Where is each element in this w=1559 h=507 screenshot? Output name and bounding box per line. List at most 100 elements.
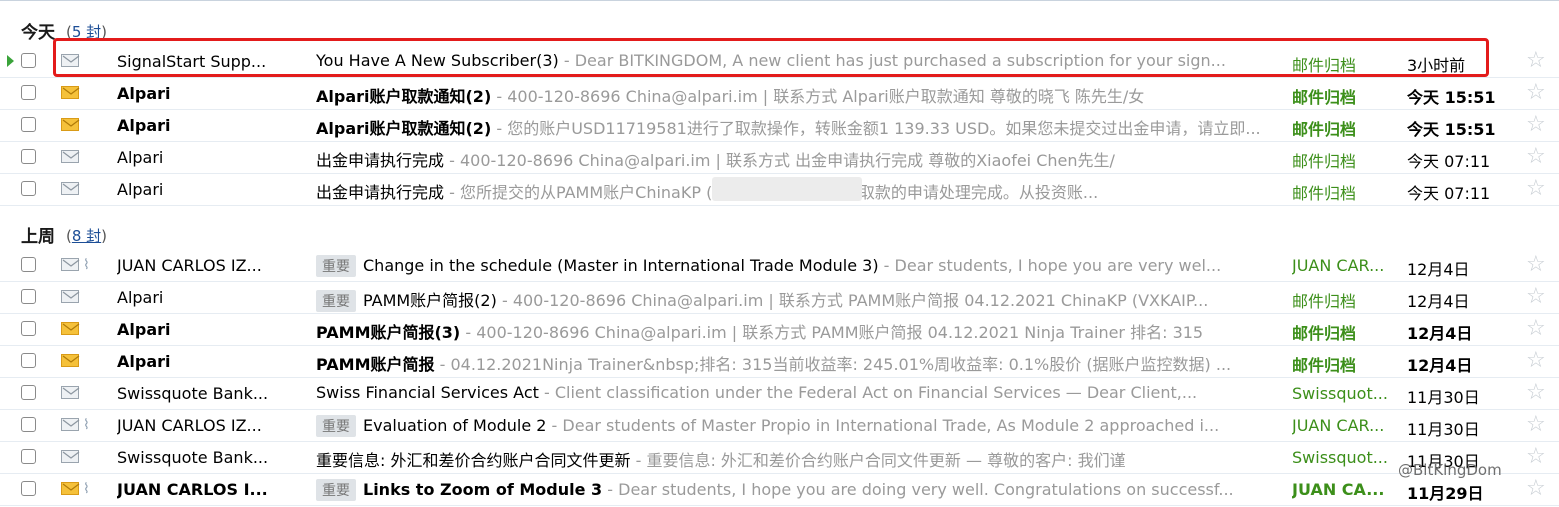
star-icon[interactable]: ☆ (1526, 348, 1546, 373)
star-icon[interactable]: ☆ (1526, 112, 1546, 137)
mail-row[interactable]: SignalStart Supp... You Have A New Subscr… (0, 45, 1559, 78)
subject-line[interactable]: 重要 PAMM账户简报(2) - 400-120-8696 China@alpar… (316, 287, 1271, 312)
subject-line[interactable]: 重要 Evaluation of Module 2 - Dear students… (316, 415, 1271, 437)
subject-text[interactable]: Links to Zoom of Module 3 (363, 480, 602, 499)
subject-text[interactable]: PAMM账户简报(2) (363, 291, 497, 310)
select-checkbox[interactable] (21, 449, 36, 464)
folder-label[interactable]: JUAN CAR... (1292, 256, 1390, 275)
star-icon[interactable]: ☆ (1526, 144, 1546, 169)
sender-name[interactable]: Alpari (117, 116, 287, 135)
subject-separator: - (496, 291, 513, 310)
folder-label[interactable]: Swissquot... (1292, 448, 1390, 467)
star-icon[interactable]: ☆ (1526, 380, 1546, 405)
folder-label[interactable]: 邮件归档 (1292, 180, 1390, 204)
group-count-value[interactable]: 8 封 (72, 227, 101, 245)
subject-line[interactable]: 重要 Change in the schedule (Master in Inte… (316, 255, 1271, 277)
mail-row[interactable]: Alpari Alpari账户取款通知(2) - 您的账户USD11719581进… (0, 109, 1559, 142)
mail-row[interactable]: Alpari 出金申请执行完成 - 400-120-8696 China@alpa… (0, 141, 1559, 174)
star-icon[interactable]: ☆ (1526, 316, 1546, 341)
subject-text[interactable]: Change in the schedule (Master in Intern… (363, 256, 879, 275)
group-count-value[interactable]: 5 封 (72, 23, 101, 41)
folder-label[interactable]: 邮件归档 (1292, 116, 1390, 140)
subject-line[interactable]: Alpari账户取款通知(2) - 您的账户USD11719581进行了取款操作… (316, 115, 1271, 139)
subject-text[interactable]: 出金申请执行完成 (316, 151, 444, 170)
received-date: 12月4日 (1407, 292, 1470, 311)
mail-row[interactable]: Alpari PAMM账户简报 - 04.12.2021Ninja Trainer… (0, 345, 1559, 378)
folder-label[interactable]: 邮件归档 (1292, 84, 1390, 108)
select-checkbox[interactable] (21, 85, 36, 100)
select-checkbox[interactable] (21, 417, 36, 432)
sender-name[interactable]: Alpari (117, 148, 287, 167)
subject-text[interactable]: 出金申请执行完成 (316, 183, 444, 202)
subject-text[interactable]: Swiss Financial Services Act (316, 383, 539, 402)
mail-row[interactable]: Swissquote Bank... Swiss Financial Servic… (0, 377, 1559, 410)
sender-name[interactable]: Swissquote Bank... (117, 448, 287, 467)
mail-row[interactable]: ⌇ JUAN CARLOS I... 重要 Links to Zoom of Modu… (0, 473, 1559, 506)
sender-name[interactable]: Alpari (117, 352, 287, 371)
sender-name[interactable]: JUAN CARLOS I... (117, 480, 287, 499)
star-icon[interactable]: ☆ (1526, 412, 1546, 437)
folder-label[interactable]: 邮件归档 (1292, 52, 1390, 76)
select-checkbox[interactable] (21, 53, 36, 68)
star-icon[interactable]: ☆ (1526, 476, 1546, 501)
subject-text[interactable]: 重要信息: 外汇和差价合约账户合同文件更新 (316, 451, 630, 470)
select-checkbox[interactable] (21, 181, 36, 196)
star-icon[interactable]: ☆ (1526, 444, 1546, 469)
sender-name[interactable]: Alpari (117, 84, 287, 103)
group-count-link[interactable]: (5 封) (66, 21, 107, 42)
select-checkbox[interactable] (21, 385, 36, 400)
mail-row[interactable]: ⌇ JUAN CARLOS IZ... 重要 Evaluation of Module… (0, 409, 1559, 442)
select-checkbox[interactable] (21, 117, 36, 132)
sender-name[interactable]: Swissquote Bank... (117, 384, 287, 403)
sender-name[interactable]: JUAN CARLOS IZ... (117, 256, 287, 275)
subject-text[interactable]: PAMM账户简报 (316, 355, 435, 374)
select-checkbox[interactable] (21, 353, 36, 368)
mail-row[interactable]: Alpari 重要 PAMM账户简报(2) - 400-120-8696 China… (0, 281, 1559, 314)
subject-text[interactable]: Evaluation of Module 2 (363, 416, 546, 435)
subject-line[interactable]: PAMM账户简报(3) - 400-120-8696 China@alpari.… (316, 319, 1271, 343)
subject-line[interactable]: Alpari账户取款通知(2) - 400-120-8696 China@alp… (316, 83, 1271, 107)
sender-name[interactable]: Alpari (117, 180, 287, 199)
folder-label[interactable]: Swissquot... (1292, 384, 1390, 403)
subject-line[interactable]: 出金申请执行完成 - 400-120-8696 China@alpari.im … (316, 147, 1271, 171)
message-snippet: 重要信息: 外汇和差价合约账户合同文件更新 — 尊敬的客户: 我们谨 (646, 451, 1126, 470)
folder-label[interactable]: 邮件归档 (1292, 352, 1390, 376)
subject-text[interactable]: Alpari账户取款通知(2) (316, 87, 491, 106)
subject-line[interactable]: 重要 Links to Zoom of Module 3 - Dear stude… (316, 479, 1271, 501)
star-icon[interactable]: ☆ (1526, 252, 1546, 277)
star-icon[interactable]: ☆ (1526, 176, 1546, 201)
received-date: 今天 15:51 (1407, 120, 1496, 139)
folder-label[interactable]: JUAN CA... (1292, 480, 1390, 499)
subject-text[interactable]: You Have A New Subscriber(3) (316, 51, 559, 70)
subject-line[interactable]: 重要信息: 外汇和差价合约账户合同文件更新 - 重要信息: 外汇和差价合约账户合… (316, 447, 1271, 471)
sender-name[interactable]: Alpari (117, 288, 287, 307)
folder-label[interactable]: JUAN CAR... (1292, 416, 1390, 435)
attachment-icon: ⌇ (83, 481, 90, 497)
group-count-link[interactable]: (8 封) (66, 225, 107, 246)
subject-line[interactable]: PAMM账户简报 - 04.12.2021Ninja Trainer&nbsp;… (316, 351, 1271, 375)
select-checkbox[interactable] (21, 321, 36, 336)
mail-row[interactable]: Alpari Alpari账户取款通知(2) - 400-120-8696 Chi… (0, 77, 1559, 110)
folder-label[interactable]: 邮件归档 (1292, 320, 1390, 344)
star-icon[interactable]: ☆ (1526, 284, 1546, 309)
star-icon[interactable]: ☆ (1526, 80, 1546, 105)
select-checkbox[interactable] (21, 481, 36, 496)
message-snippet: 您的账户USD11719581进行了取款操作，转账金额1 139.33 USD。… (507, 119, 1261, 138)
sender-name[interactable]: SignalStart Supp... (117, 52, 287, 71)
select-checkbox[interactable] (21, 289, 36, 304)
select-checkbox[interactable] (21, 149, 36, 164)
folder-label[interactable]: 邮件归档 (1292, 288, 1390, 312)
subject-text[interactable]: PAMM账户简报(3) (316, 323, 460, 342)
mail-row[interactable]: ⌇ JUAN CARLOS IZ... 重要 Change in the schedu… (0, 249, 1559, 282)
mail-row[interactable]: Alpari PAMM账户简报(3) - 400-120-8696 China@a… (0, 313, 1559, 346)
subject-text[interactable]: Alpari账户取款通知(2) (316, 119, 491, 138)
sender-name[interactable]: JUAN CARLOS IZ... (117, 416, 287, 435)
message-snippet: Dear students, I hope you are very wel..… (894, 256, 1222, 275)
subject-line[interactable]: Swiss Financial Services Act - Client cl… (316, 383, 1271, 402)
folder-label[interactable]: 邮件归档 (1292, 148, 1390, 172)
star-icon[interactable]: ☆ (1526, 48, 1546, 73)
subject-line[interactable]: You Have A New Subscriber(3) - Dear BITK… (316, 51, 1271, 70)
mail-row[interactable]: Swissquote Bank... 重要信息: 外汇和差价合约账户合同文件更新 … (0, 441, 1559, 474)
sender-name[interactable]: Alpari (117, 320, 287, 339)
select-checkbox[interactable] (21, 257, 36, 272)
